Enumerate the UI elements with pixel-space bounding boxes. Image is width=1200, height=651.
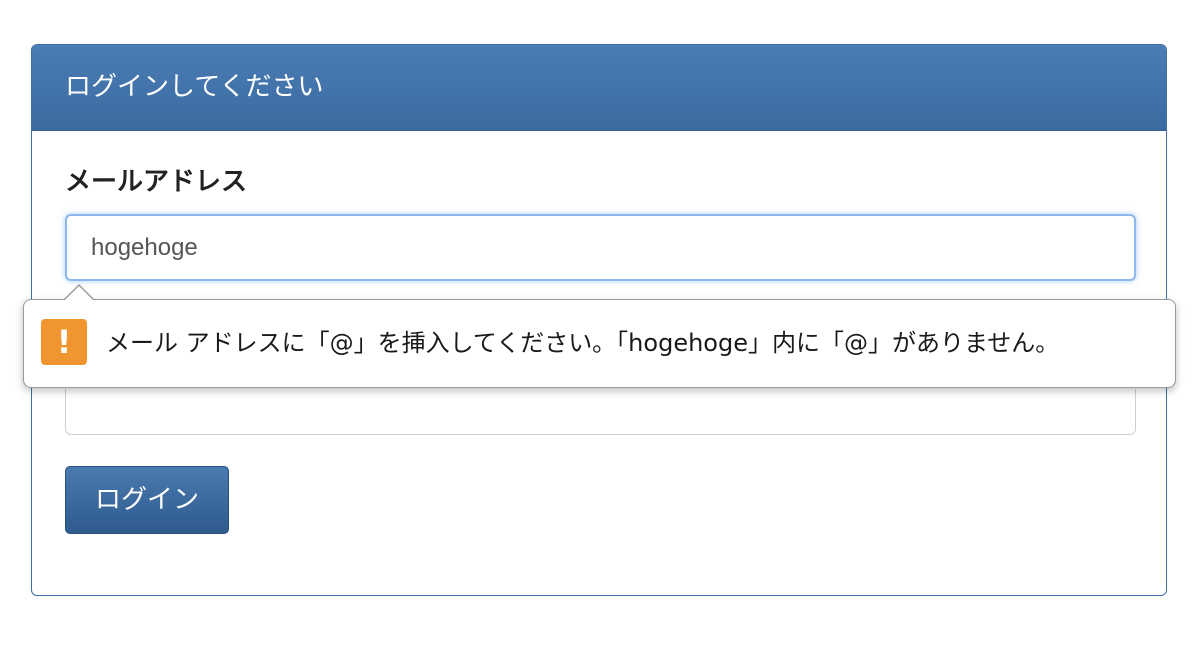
validation-message: メール アドレスに「@」を挿入してください。「hogehoge」内に「@」があり… bbox=[106, 329, 1060, 357]
validation-tooltip: ! メール アドレスに「@」を挿入してください。「hogehoge」内に「@」が… bbox=[23, 299, 1176, 388]
email-label: メールアドレス bbox=[65, 167, 248, 197]
panel-heading: ログインしてください bbox=[32, 45, 1166, 131]
tooltip-arrow-inner bbox=[64, 286, 94, 301]
panel-title: ログインしてください bbox=[65, 72, 324, 102]
page: ログインしてください メールアドレス ログイン ! メール アドレスに「@」を挿… bbox=[0, 0, 1200, 651]
password-input[interactable] bbox=[65, 389, 1136, 435]
email-input[interactable] bbox=[65, 214, 1136, 281]
login-button[interactable]: ログイン bbox=[65, 466, 229, 534]
warning-icon: ! bbox=[41, 319, 87, 365]
